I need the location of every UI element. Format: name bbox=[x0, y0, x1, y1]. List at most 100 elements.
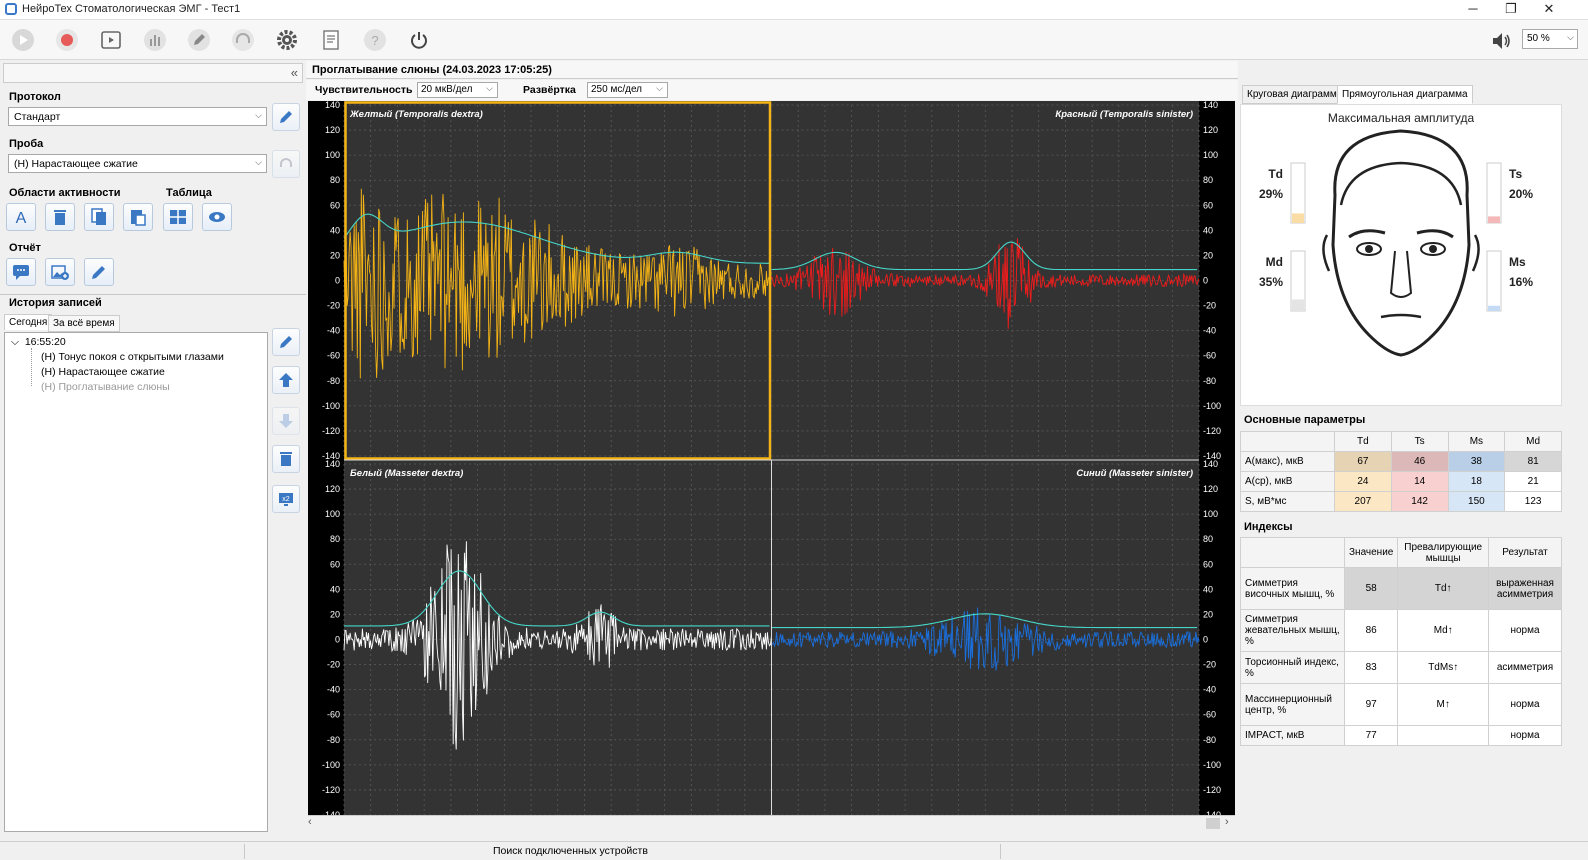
playback-button[interactable] bbox=[93, 24, 129, 56]
y-tick-label-right: -100 bbox=[1203, 760, 1221, 770]
help-icon: ? bbox=[364, 29, 386, 51]
table-cell: M↑ bbox=[1397, 683, 1490, 726]
sweep-value: 250 мс/дел bbox=[591, 84, 643, 95]
probe-acoustic-button[interactable] bbox=[272, 150, 300, 178]
y-tick-label-left: 20 bbox=[330, 609, 340, 619]
channel-panel-0[interactable]: Желтый (Temporalis dextra) bbox=[343, 101, 772, 460]
channel-panel-1[interactable]: Красный (Temporalis sinister) bbox=[771, 101, 1200, 460]
tab-bar-chart[interactable]: Прямоугольная диаграмма bbox=[1337, 85, 1473, 104]
table-row: Симметрия височных мышц, % 58 Td↑ выраженна… bbox=[1240, 567, 1562, 610]
move-up-button[interactable] bbox=[272, 366, 300, 394]
column-header bbox=[1240, 431, 1335, 452]
help-button[interactable]: ? bbox=[357, 24, 393, 56]
y-tick-label-right: -100 bbox=[1203, 401, 1221, 411]
y-tick-label-right: 80 bbox=[1203, 534, 1213, 544]
channel-label: Белый (Masseter dextra) bbox=[350, 468, 463, 479]
channel-panel-2[interactable]: Белый (Masseter dextra) bbox=[343, 460, 772, 819]
report-comment-button[interactable] bbox=[6, 258, 36, 286]
scroll-right-icon[interactable]: › bbox=[1225, 816, 1229, 828]
table-cell: 21 bbox=[1504, 471, 1562, 492]
minimize-button[interactable]: ─ bbox=[1454, 0, 1492, 20]
row-label: Симметрия жевательных мышц, % bbox=[1240, 609, 1345, 652]
y-tick-label-left: -80 bbox=[327, 735, 340, 745]
acoustic-button[interactable] bbox=[225, 24, 261, 56]
chart-scrollbar[interactable]: ‹ › bbox=[308, 815, 1235, 831]
monitor-x2-icon: x2 bbox=[279, 493, 293, 506]
scroll-thumb[interactable] bbox=[1206, 818, 1220, 829]
volume-select[interactable]: 50 % ⌵ bbox=[1522, 29, 1578, 49]
table-view-button[interactable] bbox=[202, 203, 232, 231]
tab-all-time[interactable]: За всё время bbox=[48, 315, 120, 332]
table-label: Таблица bbox=[166, 187, 212, 199]
svg-text:?: ? bbox=[371, 33, 378, 48]
activity-add-button[interactable]: A bbox=[6, 203, 36, 231]
column-header bbox=[1240, 537, 1345, 568]
bar-fill bbox=[1292, 299, 1304, 311]
pencil-icon bbox=[188, 29, 210, 51]
probe-select[interactable]: (Н) Нарастающее сжатие ⌵ bbox=[8, 154, 267, 173]
expand-icon[interactable]: ⌵ bbox=[11, 336, 19, 348]
app-icon bbox=[5, 3, 17, 15]
protocol-select[interactable]: Стандарт ⌵ bbox=[8, 107, 267, 126]
status-divider bbox=[244, 844, 245, 859]
chat-icon bbox=[13, 265, 29, 280]
y-tick-label-left: 0 bbox=[335, 635, 340, 645]
record-button[interactable] bbox=[49, 24, 85, 56]
activity-paste-button[interactable] bbox=[123, 203, 153, 231]
probe-value: (Н) Нарастающее сжатие bbox=[14, 158, 138, 170]
activity-copy-button[interactable] bbox=[84, 203, 114, 231]
bar-chart-button[interactable] bbox=[137, 24, 173, 56]
tree-item[interactable]: (Н) Нарастающее сжатие bbox=[41, 366, 165, 378]
power-button[interactable] bbox=[401, 24, 437, 56]
move-down-button[interactable] bbox=[272, 407, 300, 435]
y-tick-label-left: -60 bbox=[327, 710, 340, 720]
channel-panel-3[interactable]: Синий (Masseter sinister) bbox=[771, 460, 1200, 819]
letter-a-icon: A bbox=[16, 210, 27, 227]
protocol-edit-button[interactable] bbox=[272, 103, 300, 131]
settings-button[interactable] bbox=[269, 24, 305, 56]
paste-icon bbox=[131, 210, 146, 226]
y-tick-label-right: -120 bbox=[1203, 426, 1221, 436]
bar-label: Ms bbox=[1509, 255, 1526, 269]
volume-icon[interactable] bbox=[1490, 29, 1514, 53]
table-row: Симметрия жевательных мышц, % 86 Md↑ норма bbox=[1240, 609, 1562, 652]
emg-chart[interactable]: 140 140 120 120 100 100 80 80 60 60 40 40 20 20 0 0 -20 -… bbox=[308, 101, 1235, 819]
y-tick-label-left: -80 bbox=[327, 376, 340, 386]
y-tick-label-right: -60 bbox=[1203, 710, 1216, 720]
sweep-select[interactable]: 250 мс/дел ⌵ bbox=[587, 82, 668, 98]
compare-button[interactable]: x2 bbox=[272, 485, 300, 513]
collapse-icon[interactable]: « bbox=[291, 65, 298, 80]
report-image-button[interactable] bbox=[45, 258, 75, 286]
table-cell: 58 bbox=[1343, 567, 1399, 610]
y-tick-label-left: -120 bbox=[322, 426, 340, 436]
play-button[interactable] bbox=[5, 24, 41, 56]
close-button[interactable]: ✕ bbox=[1530, 0, 1568, 20]
report-edit-button[interactable] bbox=[84, 258, 114, 286]
tab-today[interactable]: Сегодня bbox=[4, 314, 53, 330]
activity-delete-button[interactable] bbox=[45, 203, 75, 231]
play-icon bbox=[12, 29, 34, 51]
history-delete-button[interactable] bbox=[272, 445, 300, 473]
trash-icon bbox=[280, 452, 292, 466]
table-grid-button[interactable] bbox=[163, 203, 193, 231]
y-tick-label-left: 60 bbox=[330, 559, 340, 569]
sensitivity-select[interactable]: 20 мкВ/дел ⌵ bbox=[417, 82, 498, 98]
table-cell: 14 bbox=[1390, 471, 1449, 492]
table-cell: 46 bbox=[1390, 451, 1449, 472]
bar-label: Md bbox=[1266, 255, 1283, 269]
tree-node[interactable]: ⌵ 16:55:20 bbox=[11, 336, 66, 349]
title-bar: НейроТех Стоматологическая ЭМГ - Тест1 ─… bbox=[0, 0, 1588, 20]
y-tick-label-left: 140 bbox=[325, 459, 340, 469]
history-edit-button[interactable] bbox=[272, 328, 300, 356]
tab-pie-chart[interactable]: Круговая диаграмма bbox=[1242, 85, 1348, 104]
table-cell: TdMs↑ bbox=[1397, 651, 1490, 684]
svg-text:x2: x2 bbox=[282, 496, 290, 503]
y-tick-label-left: 80 bbox=[330, 534, 340, 544]
edit-button[interactable] bbox=[181, 24, 217, 56]
scroll-left-icon[interactable]: ‹ bbox=[308, 816, 312, 828]
status-text: Поиск подключенных устройств bbox=[493, 845, 648, 857]
report-button[interactable] bbox=[313, 24, 349, 56]
tree-item[interactable]: (Н) Проглатывание слюны bbox=[41, 381, 170, 393]
maximize-button[interactable]: ❐ bbox=[1492, 0, 1530, 20]
tree-item[interactable]: (Н) Тонус покоя с открытыми глазами bbox=[41, 351, 224, 363]
